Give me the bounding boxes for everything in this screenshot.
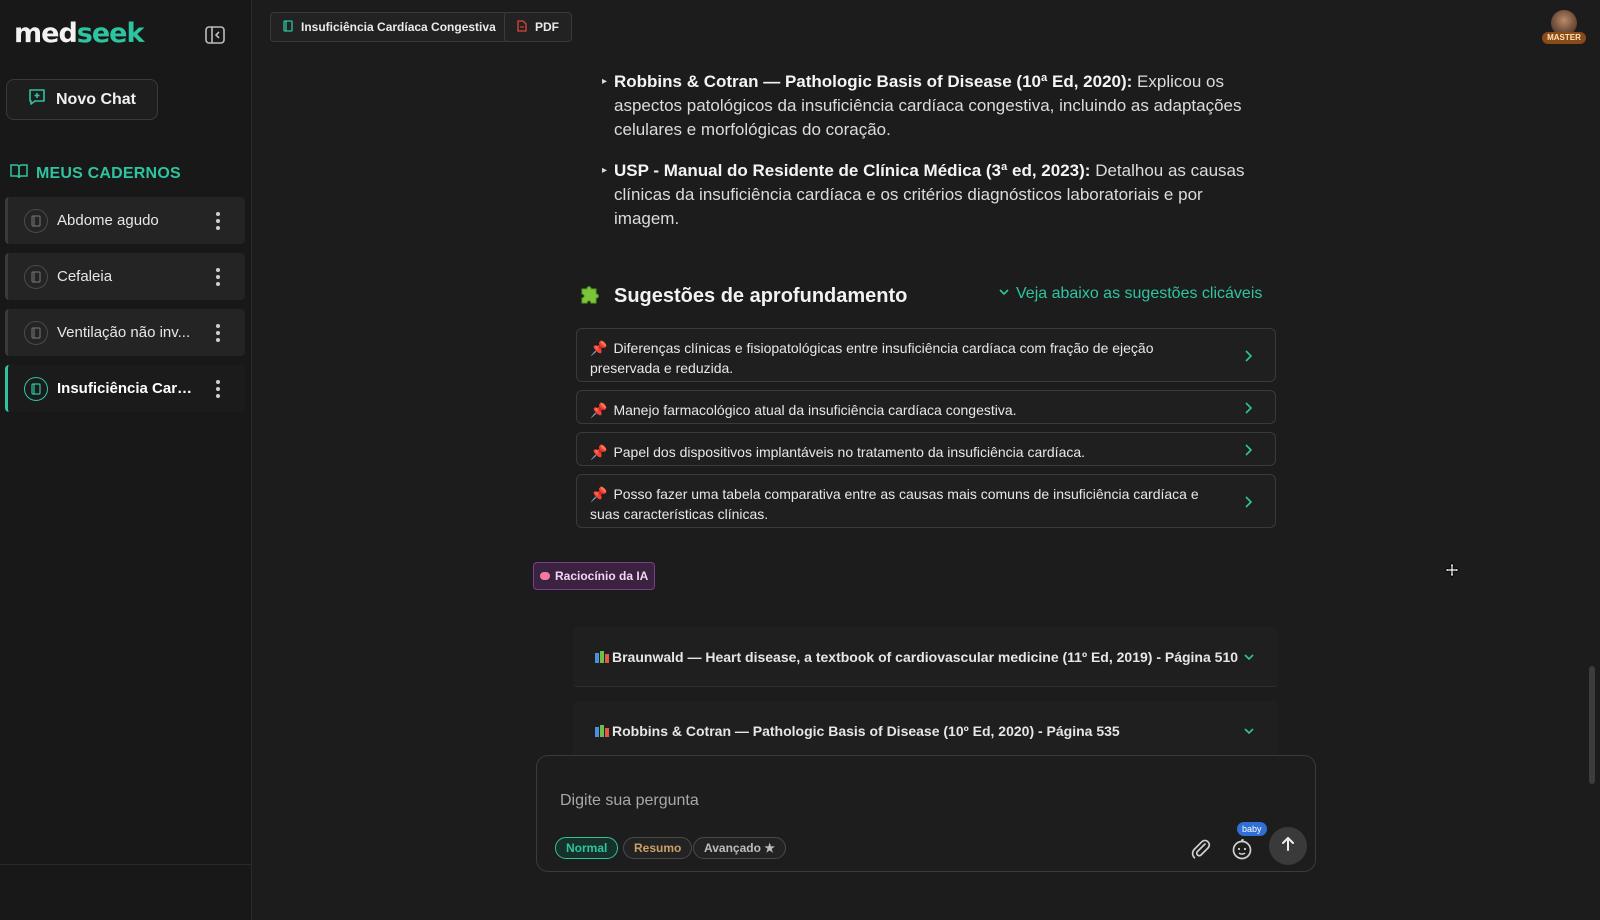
kebab-icon[interactable]: [213, 321, 223, 345]
notebook-tab-label: Insuficiência Cardíaca Congestiva: [301, 20, 496, 34]
section-title-label: MEUS CADERNOS: [36, 164, 181, 182]
suggestions-header: Sugestões de aprofundamento: [578, 281, 907, 312]
pdf-tab-label: PDF: [535, 20, 559, 34]
notebook-label: Ventilação não inv...: [57, 324, 191, 341]
brain-icon: [540, 572, 550, 580]
notebook-tab[interactable]: Insuficiência Cardíaca Congestiva: [270, 12, 509, 42]
notebook-label: Cefaleia: [57, 268, 113, 285]
new-chat-button[interactable]: Novo Chat: [6, 79, 158, 120]
pushpin-icon: 📌: [590, 340, 608, 356]
suggestion-card[interactable]: 📌 Manejo farmacológico atual da insuficiê…: [576, 390, 1276, 424]
suggestions-hint[interactable]: Veja abaixo as sugestões clicáveis: [998, 285, 1262, 303]
notebook-list: Abdome agudo Cefaleia Ventilação não inv…: [5, 197, 245, 421]
arrow-up-icon: [1279, 835, 1297, 858]
pushpin-icon: 📌: [590, 444, 608, 460]
suggestion-card[interactable]: 📌 Papel dos dispositivos implantáveis no …: [576, 432, 1276, 466]
move-cursor-icon: [1444, 562, 1460, 578]
paperclip-icon[interactable]: [1189, 837, 1213, 861]
ai-reasoning-button[interactable]: Raciocínio da IA: [533, 562, 656, 590]
chevron-right-icon: [1241, 494, 1255, 508]
reference-item: ▸ USP - Manual do Residente de Clínica M…: [602, 159, 1264, 231]
pdf-tab[interactable]: PDF: [504, 12, 572, 42]
notebook-item-abdome-agudo[interactable]: Abdome agudo: [5, 197, 245, 244]
notebook-icon: [24, 208, 48, 233]
notebook-icon: [283, 19, 293, 35]
mode-avancado-button[interactable]: Avançado ★: [693, 837, 786, 859]
baby-face-icon[interactable]: [1230, 837, 1254, 861]
kebab-icon[interactable]: [213, 265, 223, 289]
chevron-right-icon: [1241, 442, 1255, 456]
source-title: Robbins & Cotran — Pathologic Basis of D…: [612, 722, 1120, 739]
new-chat-label: Novo Chat: [56, 90, 136, 108]
suggestion-text: Papel dos dispositivos implantáveis no t…: [613, 444, 1086, 460]
suggestion-text: Diferenças clínicas e fisiopatológicas e…: [590, 340, 1154, 376]
notebook-item-ventilacao[interactable]: Ventilação não inv...: [5, 309, 245, 356]
notebook-icon: [24, 376, 48, 401]
notebook-icon: [24, 264, 48, 289]
bullet-icon: ▸: [602, 76, 608, 87]
source-accordion[interactable]: Braunwald — Heart disease, a textbook of…: [573, 627, 1278, 687]
chevron-right-icon: [1241, 400, 1255, 414]
source-accordion[interactable]: Robbins & Cotran — Pathologic Basis of D…: [573, 701, 1278, 761]
kebab-icon[interactable]: [213, 209, 223, 233]
mode-normal-button[interactable]: Normal: [555, 837, 619, 859]
book-open-icon: [10, 163, 28, 184]
user-avatar[interactable]: MASTER: [1540, 10, 1588, 46]
notebook-label: Insuficiência Card...: [57, 380, 197, 397]
send-button[interactable]: [1269, 827, 1307, 865]
sidebar: medseek Novo Chat MEUS CADERNOS Abdome a…: [0, 0, 252, 920]
notebook-label: Abdome agudo: [57, 212, 159, 229]
books-icon: [595, 650, 609, 663]
master-badge: MASTER: [1542, 32, 1586, 44]
logo-text-med: med: [14, 18, 78, 49]
suggestion-text: Manejo farmacológico atual da insuficiên…: [613, 402, 1017, 418]
suggestions-title: Sugestões de aprofundamento: [614, 285, 908, 307]
reference-title: Robbins & Cotran — Pathologic Basis of D…: [614, 72, 1133, 91]
notebook-item-cefaleia[interactable]: Cefaleia: [5, 253, 245, 300]
logo-text-seek: seek: [76, 18, 145, 49]
sidebar-footer-divider: [0, 864, 252, 865]
medseek-logo[interactable]: medseek: [14, 18, 145, 49]
pdf-icon: [517, 19, 527, 35]
notebook-item-insuficiencia-cardiaca[interactable]: Insuficiência Card...: [5, 365, 245, 412]
baby-badge: baby: [1237, 822, 1267, 836]
pushpin-icon: 📌: [590, 402, 608, 418]
suggestion-card[interactable]: 📌 Diferenças clínicas e fisiopatológicas …: [576, 328, 1276, 382]
chevron-down-icon: [1242, 650, 1256, 664]
chat-composer: Normal Resumo Avançado ★ baby: [536, 755, 1316, 872]
reference-item: ▸ Robbins & Cotran — Pathologic Basis of…: [602, 70, 1264, 142]
sidebar-collapse-icon[interactable]: [204, 24, 226, 46]
source-title: Braunwald — Heart disease, a textbook of…: [612, 648, 1239, 665]
chat-plus-icon: [27, 87, 47, 112]
ai-reasoning-label: Raciocínio da IA: [555, 569, 649, 583]
suggestion-card[interactable]: 📌 Posso fazer uma tabela comparativa entr…: [576, 474, 1276, 528]
notebooks-section-title: MEUS CADERNOS: [10, 163, 181, 184]
question-input[interactable]: [560, 789, 1160, 813]
kebab-icon[interactable]: [213, 377, 223, 401]
pushpin-icon: 📌: [590, 486, 608, 502]
bullet-icon: ▸: [602, 165, 608, 176]
suggestions-hint-label: Veja abaixo as sugestões clicáveis: [1016, 285, 1263, 302]
books-icon: [595, 724, 609, 737]
chevron-right-icon: [1241, 348, 1255, 362]
notebook-icon: [24, 320, 48, 345]
suggestion-text: Posso fazer uma tabela comparativa entre…: [590, 486, 1199, 522]
mode-resumo-button[interactable]: Resumo: [623, 837, 693, 859]
reference-title: USP - Manual do Residente de Clínica Méd…: [614, 161, 1091, 180]
chevron-down-icon: [1242, 724, 1256, 738]
puzzle-icon: [578, 281, 604, 312]
content-scrollbar[interactable]: [1589, 666, 1595, 784]
chevron-down-icon: [998, 285, 1010, 303]
